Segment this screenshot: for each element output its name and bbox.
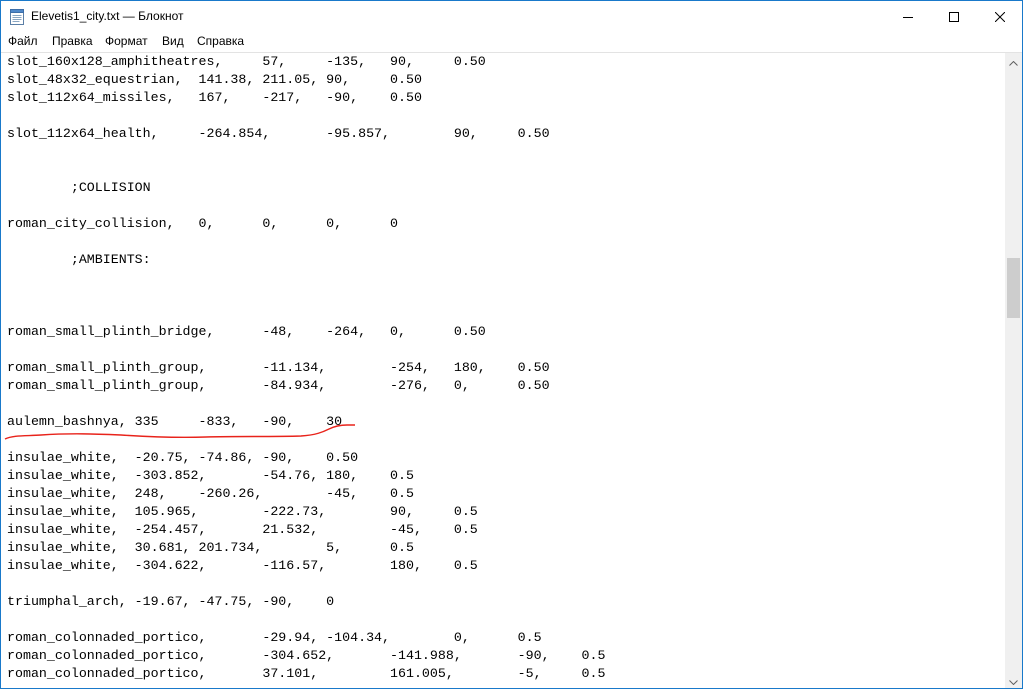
close-button[interactable] xyxy=(977,1,1022,32)
text-line: insulae_white, -303.852, -54.76, 180, 0.… xyxy=(7,468,414,483)
editor-text[interactable]: slot_160x128_amphitheatres, 57, -135, 90… xyxy=(7,53,605,683)
scroll-up-button[interactable] xyxy=(1005,53,1022,70)
text-line xyxy=(7,287,605,305)
text-line xyxy=(7,575,605,593)
text-line: insulae_white, 248, -260.26, -45, 0.5 xyxy=(7,486,414,501)
text-editor-area[interactable]: slot_160x128_amphitheatres, 57, -135, 90… xyxy=(1,52,1005,688)
text-line xyxy=(7,341,605,359)
text-line xyxy=(7,143,605,161)
text-line: roman_small_plinth_group, -84.934, -276,… xyxy=(7,378,550,393)
notepad-window: Elevetis1_city.txt — Блокнот Файл Правка… xyxy=(0,0,1023,689)
title-bar[interactable]: Elevetis1_city.txt — Блокнот xyxy=(1,1,1022,32)
text-line xyxy=(7,197,605,215)
close-icon xyxy=(995,11,1005,22)
notepad-icon xyxy=(10,8,24,25)
text-line: roman_city_collision, 0, 0, 0, 0 xyxy=(7,216,398,231)
text-line: roman_small_plinth_bridge, -48, -264, 0,… xyxy=(7,324,486,339)
text-line: insulae_white, -304.622, -116.57, 180, 0… xyxy=(7,558,478,573)
menu-bar: Файл Правка Формат Вид Справка xyxy=(1,32,1022,52)
scrollbar-thumb[interactable] xyxy=(1007,258,1020,318)
text-line xyxy=(7,233,605,251)
text-line: slot_112x64_health, -264.854, -95.857, 9… xyxy=(7,126,550,141)
text-line: ;COLLISION xyxy=(7,180,151,195)
text-line xyxy=(7,107,605,125)
text-line xyxy=(7,611,605,629)
window-title: Elevetis1_city.txt — Блокнот xyxy=(31,9,184,23)
text-line: slot_48x32_equestrian, 141.38, 211.05, 9… xyxy=(7,72,422,87)
text-line: insulae_white, -254.457, 21.532, -45, 0.… xyxy=(7,522,478,537)
text-line: roman_colonnaded_portico, -304.652, -141… xyxy=(7,648,606,663)
maximize-button[interactable] xyxy=(931,1,977,32)
menu-view[interactable]: Вид xyxy=(162,34,184,48)
chevron-up-icon xyxy=(1009,53,1018,71)
minimize-icon xyxy=(903,12,913,22)
scroll-down-button[interactable] xyxy=(1005,672,1022,689)
text-line: insulae_white, 105.965, -222.73, 90, 0.5 xyxy=(7,504,478,519)
text-line xyxy=(7,431,605,449)
text-line: roman_colonnaded_portico, -29.94, -104.3… xyxy=(7,630,542,645)
text-line: ;AMBIENTS: xyxy=(7,252,151,267)
text-line: insulae_white, 30.681, 201.734, 5, 0.5 xyxy=(7,540,414,555)
chevron-down-icon xyxy=(1009,672,1018,689)
text-line xyxy=(7,269,605,287)
maximize-icon xyxy=(949,11,959,22)
text-line xyxy=(7,305,605,323)
text-line: triumphal_arch, -19.67, -47.75, -90, 0 xyxy=(7,594,335,609)
text-line: roman_colonnaded_portico, 37.101, 161.00… xyxy=(7,666,606,681)
text-line: aulemn_bashnya, 335 -833, -90, 30 xyxy=(7,414,343,429)
text-line xyxy=(7,395,605,413)
text-line: slot_160x128_amphitheatres, 57, -135, 90… xyxy=(7,54,486,69)
menu-file[interactable]: Файл xyxy=(8,34,38,48)
menu-format[interactable]: Формат xyxy=(105,34,148,48)
text-line: roman_small_plinth_group, -11.134, -254,… xyxy=(7,360,550,375)
menu-help[interactable]: Справка xyxy=(197,34,244,48)
menu-edit[interactable]: Правка xyxy=(52,34,93,48)
vertical-scrollbar[interactable] xyxy=(1005,52,1022,689)
text-line: slot_112x64_missiles, 167, -217, -90, 0.… xyxy=(7,90,422,105)
minimize-button[interactable] xyxy=(885,1,931,32)
text-line xyxy=(7,161,605,179)
text-line: insulae_white, -20.75, -74.86, -90, 0.50 xyxy=(7,450,359,465)
